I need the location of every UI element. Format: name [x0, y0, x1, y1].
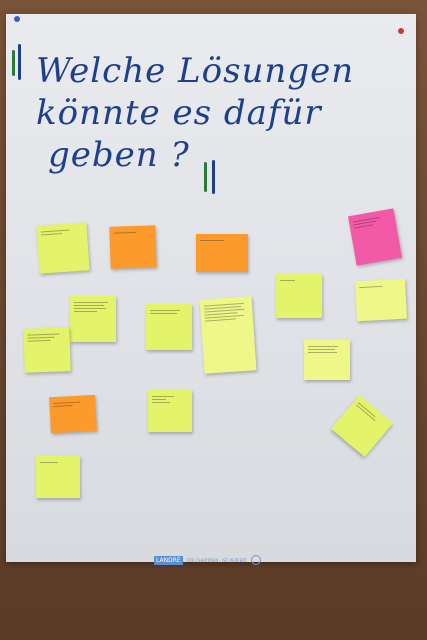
note-scribble	[152, 399, 167, 400]
sheet-footer: LANDRÉ FÜR CHARTMEN · IST PERFEKT	[154, 554, 274, 566]
margin-mark	[12, 50, 15, 76]
note-scribble	[152, 402, 170, 403]
sticky-note[interactable]	[36, 222, 90, 274]
sticky-note[interactable]	[276, 274, 322, 318]
note-scribble	[74, 308, 107, 309]
page-title: Welche Lösungen könnte es dafür geben ?	[36, 50, 396, 176]
note-scribble	[308, 349, 335, 350]
note-scribble	[53, 401, 81, 405]
title-line: könnte es dafür	[36, 93, 322, 133]
note-scribble	[27, 333, 60, 336]
note-scribble	[152, 396, 174, 397]
note-scribble	[150, 313, 177, 314]
margin-mark	[18, 44, 21, 80]
sticky-note[interactable]	[70, 296, 116, 342]
seal-icon	[250, 555, 261, 565]
sticky-note[interactable]	[304, 340, 350, 380]
note-scribble	[200, 240, 225, 241]
sticky-note[interactable]	[331, 395, 393, 457]
note-scribble	[280, 280, 296, 281]
note-scribble	[150, 310, 181, 311]
sticky-note[interactable]	[36, 456, 80, 498]
note-scribble	[359, 285, 383, 289]
pin-icon	[398, 28, 404, 34]
note-scribble	[204, 308, 244, 313]
note-scribble	[53, 405, 73, 408]
sticky-note[interactable]	[348, 208, 402, 266]
note-scribble	[355, 404, 376, 422]
note-scribble	[308, 346, 339, 347]
title-line: Welche Lösungen	[36, 51, 355, 91]
title-line: geben ?	[48, 135, 190, 175]
note-scribble	[308, 352, 337, 353]
note-scribble	[113, 231, 137, 234]
sticky-note[interactable]	[109, 225, 157, 269]
pin-icon	[14, 16, 20, 22]
note-scribble	[204, 318, 236, 322]
sticky-note[interactable]	[148, 390, 192, 432]
note-scribble	[40, 462, 58, 463]
sticky-note[interactable]	[146, 304, 192, 350]
note-scribble	[204, 314, 244, 319]
flipchart-sheet: Welche Lösungen könnte es dafür geben ?	[6, 14, 416, 565]
note-scribble	[27, 339, 51, 342]
note-scribble	[74, 305, 105, 306]
brand-logo: LANDRÉ	[154, 555, 183, 565]
sticky-note[interactable]	[354, 278, 408, 322]
sticky-note[interactable]	[49, 394, 97, 434]
note-scribble	[40, 229, 71, 233]
sticky-note[interactable]	[23, 327, 71, 373]
sticky-note[interactable]	[196, 234, 248, 272]
sticky-note[interactable]	[199, 296, 257, 374]
note-scribble	[74, 302, 109, 303]
note-scribble	[74, 311, 97, 312]
brand-tagline: FÜR CHARTMEN · IST PERFEKT	[186, 557, 247, 563]
note-scribble	[41, 233, 63, 236]
note-scribble	[27, 336, 55, 339]
